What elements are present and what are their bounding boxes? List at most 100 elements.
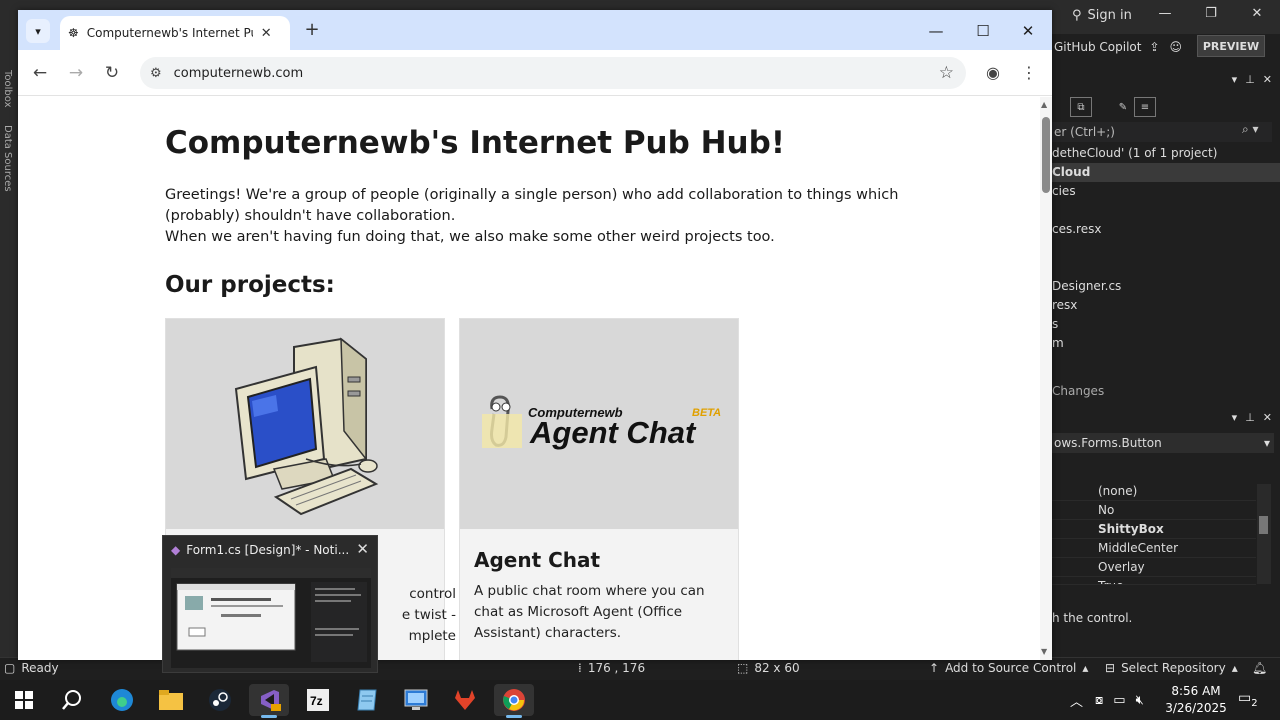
property-row[interactable]: ShittyBox [1052, 520, 1256, 539]
address-bar[interactable]: ⚙ computernewb.com ☆ [140, 57, 966, 89]
intro-text: Greetings! We're a group of people (orig… [165, 185, 905, 248]
thumbnail-title-row: ◆ Form1.cs [Design]* - Noti... [171, 543, 349, 557]
file-explorer-icon[interactable] [151, 684, 191, 716]
tree-item[interactable]: Cloud [1052, 163, 1280, 182]
output-icon: ▢ [4, 661, 16, 675]
property-row[interactable]: MiddleCenter [1052, 539, 1256, 558]
sign-in-label: Sign in [1087, 8, 1132, 23]
thumbnail-close-icon[interactable]: ✕ [356, 540, 369, 558]
chevron-up-icon[interactable]: ︿ [1070, 691, 1083, 710]
7zip-icon[interactable]: 7z [298, 684, 338, 716]
preview-button[interactable]: PREVIEW [1197, 35, 1265, 57]
property-row[interactable]: (none) [1052, 482, 1256, 501]
thumbnail-preview[interactable] [171, 568, 371, 668]
feedback-icon[interactable]: ☺ [1170, 40, 1183, 54]
tree-item[interactable]: ces.resx [1052, 220, 1280, 239]
logo-big-text: Agent Chat [529, 415, 697, 450]
menu-dots-icon[interactable]: ⋮ [1017, 61, 1041, 85]
notepad-icon[interactable] [347, 684, 387, 716]
fragment: mplete [408, 628, 456, 644]
notification-center-icon[interactable]: ▭2 [1238, 690, 1258, 709]
property-description: h the control. [1052, 611, 1133, 625]
steam-icon[interactable] [200, 684, 240, 716]
fragment: e twist - [401, 607, 456, 623]
pane-close-icon[interactable]: ✕ [1263, 73, 1272, 91]
property-value: (none) [1098, 484, 1138, 498]
select-repository-button[interactable]: ⊟ Select Repository ▴ [1105, 661, 1238, 675]
property-row[interactable]: No [1052, 501, 1256, 520]
tab-close-icon[interactable]: ✕ [261, 26, 272, 41]
property-row[interactable]: True [1052, 577, 1256, 585]
tree-item[interactable]: s [1052, 315, 1280, 334]
tree-item[interactable]: Designer.cs [1052, 277, 1280, 296]
tab-strip: ▾ ☸ Computernewb's Internet Pub Hub! ✕ +… [18, 10, 1052, 50]
visual-studio-taskbar-icon[interactable] [249, 684, 289, 718]
forward-button[interactable]: → [64, 61, 88, 85]
browser-tab[interactable]: ☸ Computernewb's Internet Pub Hub! ✕ [60, 16, 290, 50]
status-size: ⬚ 82 x 60 [737, 661, 800, 675]
property-value: ShittyBox [1098, 522, 1164, 536]
virtual-machine-icon[interactable] [396, 684, 436, 716]
properties-object-select[interactable]: ows.Forms.Button ▾ [1052, 433, 1274, 453]
toolbox-tab[interactable]: Toolbox [2, 70, 13, 108]
back-button[interactable]: ← [28, 61, 52, 85]
preview-selected-icon[interactable]: ≡ [1134, 97, 1156, 117]
sync-view-icon[interactable]: ⧉ [1070, 97, 1092, 117]
search-icon[interactable]: ⌕ ▾ [1242, 122, 1259, 137]
solution-search-input[interactable]: er (Ctrl+;) [1052, 122, 1272, 142]
pane-close-icon[interactable]: ✕ [1263, 411, 1272, 429]
taskbar-thumbnail-popup[interactable]: ◆ Form1.cs [Design]* - Noti... ✕ [162, 535, 378, 673]
git-changes-tab[interactable]: Changes [1052, 384, 1104, 398]
site-info-icon[interactable]: ⚙ [150, 66, 162, 81]
tree-item[interactable]: resx [1052, 296, 1280, 315]
tree-item[interactable]: detheCloud' (1 of 1 project) [1052, 144, 1280, 163]
device-icon[interactable]: ⧇ [1095, 693, 1103, 708]
tab-search-button[interactable]: ▾ [26, 19, 50, 43]
properties-scroll-thumb[interactable] [1259, 516, 1268, 534]
pane-dropdown-icon[interactable]: ▾ [1232, 411, 1238, 429]
vs-close-button[interactable]: ✕ [1242, 6, 1272, 21]
project-card-agent-chat[interactable]: Computernewb Agent Chat BETA Agent Chat … [459, 318, 739, 660]
vs-restore-button[interactable]: ❐ [1196, 6, 1226, 21]
maximize-button[interactable]: ☐ [968, 18, 998, 44]
size-value: 82 x 60 [754, 661, 800, 675]
network-icon[interactable]: ▭ [1113, 693, 1125, 708]
search-icon[interactable] [52, 684, 92, 716]
profile-icon[interactable]: ◉ [981, 61, 1005, 85]
reload-button[interactable]: ↻ [100, 61, 124, 85]
logo-beta-text: BETA [692, 407, 721, 419]
scroll-thumb[interactable] [1042, 117, 1050, 193]
vs-minimize-button[interactable]: — [1150, 6, 1180, 21]
pin-icon[interactable]: ⊥ [1245, 411, 1255, 429]
add-to-source-control-button[interactable]: ↑ Add to Source Control ▴ [929, 661, 1088, 675]
property-row[interactable]: Overlay [1052, 558, 1256, 577]
pane-dropdown-icon[interactable]: ▾ [1232, 73, 1238, 91]
properties-scrollbar[interactable] [1257, 484, 1271, 584]
edge-browser-icon[interactable] [102, 684, 142, 716]
copilot-button[interactable]: GitHub Copilot [1054, 40, 1141, 54]
tree-item[interactable]: cies [1052, 182, 1280, 201]
minimize-button[interactable]: — [921, 18, 951, 44]
data-sources-tab[interactable]: Data Sources [2, 125, 13, 192]
new-tab-button[interactable]: + [300, 19, 324, 43]
share-icon[interactable]: ⇪ [1149, 40, 1159, 54]
volume-muted-icon[interactable]: 🔇︎ [1136, 693, 1144, 708]
start-windows-icon[interactable] [4, 684, 44, 716]
pin-icon[interactable]: ⊥ [1245, 73, 1255, 91]
properties-wrench-icon[interactable]: ✎ [1112, 97, 1134, 117]
taskbar-clock[interactable]: 8:56 AM 3/26/2025 [1160, 683, 1232, 717]
notification-count: 2 [1251, 697, 1258, 709]
tree-item[interactable]: m [1052, 334, 1280, 353]
properties-object-label: ows.Forms.Button [1054, 436, 1162, 450]
close-button[interactable]: ✕ [1013, 18, 1043, 44]
card-title: Agent Chat [474, 548, 601, 572]
sign-in-button[interactable]: ⚲ Sign in [1072, 8, 1132, 23]
scroll-down-arrow-icon[interactable]: ▼ [1041, 647, 1047, 656]
notifications-bell-icon[interactable]: 🔔︎ [1252, 661, 1267, 675]
person-icon: ⚲ [1072, 8, 1082, 23]
chrome-browser-icon[interactable] [494, 684, 534, 718]
gitlab-icon[interactable] [445, 684, 485, 716]
up-arrow-icon: ↑ [929, 661, 940, 675]
bookmark-star-icon[interactable]: ☆ [939, 63, 954, 83]
scroll-up-arrow-icon[interactable]: ▲ [1041, 100, 1047, 109]
